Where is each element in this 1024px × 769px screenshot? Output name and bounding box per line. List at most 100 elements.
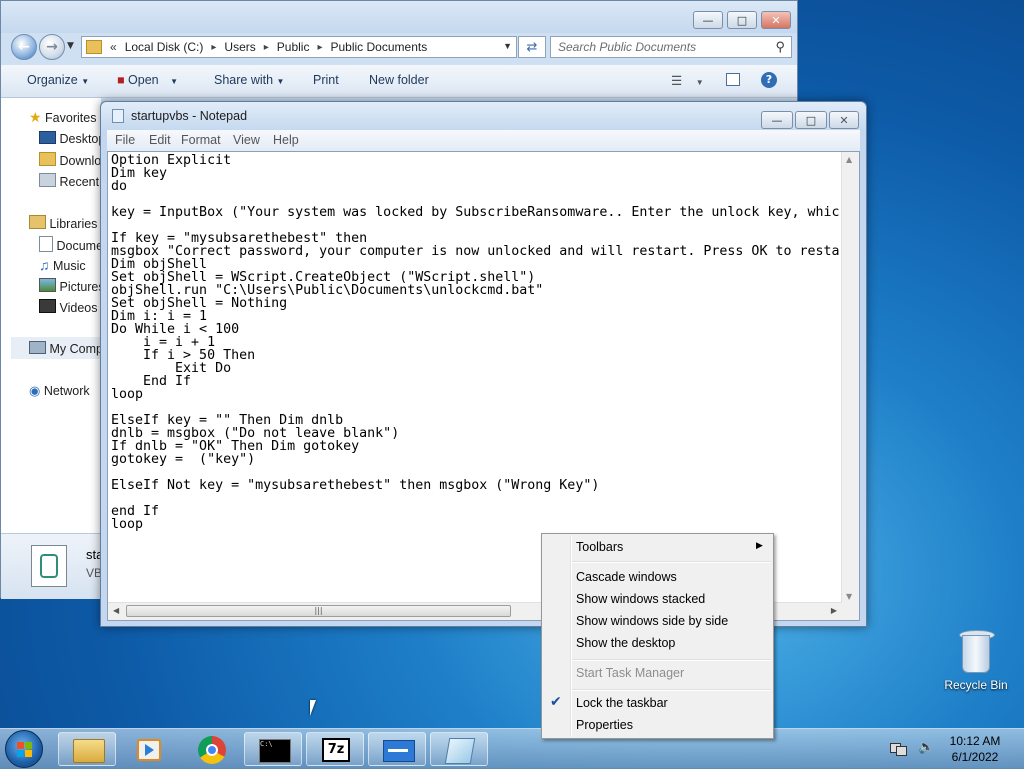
- menu-item-cascade[interactable]: Cascade windows: [576, 570, 677, 584]
- nav-documents[interactable]: Docume: [39, 236, 103, 253]
- menu-separator: [572, 689, 771, 691]
- share-with-button[interactable]: Share with ▼: [214, 73, 284, 87]
- menu-file[interactable]: File: [115, 133, 135, 147]
- nav-music-label: Music: [52, 259, 86, 273]
- open-label: Open: [128, 73, 159, 87]
- nav-favorites-label: Favorites: [45, 111, 97, 125]
- start-button[interactable]: [5, 730, 43, 768]
- notepad-title: startupvbs - Notepad: [131, 109, 248, 123]
- help-icon[interactable]: ?: [761, 72, 777, 88]
- nav-network[interactable]: ◉ Network: [29, 383, 90, 399]
- menu-separator: [572, 561, 771, 563]
- taskbar-clock[interactable]: 10:12 AM 6/1/2022: [940, 733, 1010, 765]
- share-with-label: Share with: [214, 73, 274, 87]
- taskbar-7zip[interactable]: 7z: [306, 732, 364, 766]
- nav-network-label: Network: [43, 384, 90, 398]
- scroll-up-icon[interactable]: ▲: [846, 155, 852, 164]
- scroll-left-icon[interactable]: ◀: [113, 606, 119, 615]
- menu-item-toolbars[interactable]: Toolbars: [576, 540, 623, 554]
- breadcrumb-users[interactable]: Users: [224, 40, 255, 54]
- taskbar-cmd[interactable]: C:\: [244, 732, 302, 766]
- menu-format[interactable]: Format: [181, 133, 221, 147]
- search-icon[interactable]: ⚲: [775, 39, 785, 55]
- explorer-maximize-button[interactable]: □: [727, 11, 757, 29]
- breadcrumb-separator-icon: ▸: [263, 41, 269, 53]
- nav-pictures[interactable]: Pictures: [39, 278, 105, 294]
- notepad-minimize-button[interactable]: —: [761, 111, 793, 129]
- chrome-icon: [198, 736, 226, 764]
- nav-computer[interactable]: My Comp: [29, 341, 103, 356]
- nav-documents-label: Docume: [56, 239, 104, 253]
- media-player-icon: [137, 739, 161, 761]
- nav-music[interactable]: ♫ Music: [39, 257, 86, 273]
- scroll-right-icon[interactable]: ▶: [831, 606, 837, 615]
- volume-icon[interactable]: 🔈: [918, 740, 934, 755]
- vertical-scrollbar[interactable]: ▲ ▼: [841, 152, 859, 604]
- nav-downloads-label: Downlo: [59, 154, 102, 168]
- search-box[interactable]: Search Public Documents ⚲: [550, 36, 792, 58]
- network-icon: ◉: [29, 383, 41, 398]
- explorer-close-button[interactable]: ✕: [761, 11, 791, 29]
- cmd-icon-label: C:\: [260, 740, 273, 748]
- taskbar-window-app[interactable]: [368, 732, 426, 766]
- menu-item-stacked[interactable]: Show windows stacked: [576, 592, 705, 606]
- notepad-content[interactable]: Option Explicit Dim key do key = InputBo…: [111, 154, 840, 531]
- taskbar-chrome[interactable]: [182, 732, 240, 766]
- open-button[interactable]: ■ Open ▼: [117, 73, 178, 87]
- nav-downloads[interactable]: Downlo: [39, 152, 101, 168]
- taskbar-context-menu: Toolbars ▶ Cascade windows Show windows …: [541, 533, 774, 739]
- menu-view[interactable]: View: [233, 133, 260, 147]
- network-tray-icon[interactable]: [890, 741, 907, 756]
- notepad-maximize-button[interactable]: □: [795, 111, 827, 129]
- scroll-corner: [842, 603, 859, 620]
- clock-time: 10:12 AM: [949, 734, 1001, 748]
- recent-pages-dropdown[interactable]: ▼: [67, 41, 74, 51]
- nav-desktop[interactable]: Desktop: [39, 131, 105, 146]
- nav-pictures-label: Pictures: [59, 280, 105, 294]
- nav-favorites[interactable]: ★ Favorites: [29, 109, 96, 126]
- print-button[interactable]: Print: [313, 73, 339, 87]
- organize-button[interactable]: Organize ▼: [27, 73, 89, 87]
- taskbar-explorer[interactable]: [58, 732, 116, 766]
- menu-help[interactable]: Help: [273, 133, 299, 147]
- new-folder-button[interactable]: New folder: [369, 73, 429, 87]
- breadcrumb-public[interactable]: Public: [277, 40, 310, 54]
- nav-libraries[interactable]: Libraries: [29, 215, 97, 231]
- nav-videos[interactable]: Videos: [39, 299, 97, 315]
- explorer-titlebar[interactable]: [1, 1, 797, 33]
- back-button[interactable]: ←: [11, 34, 37, 60]
- scroll-down-icon[interactable]: ▼: [846, 592, 852, 601]
- breadcrumb-local-disk[interactable]: Local Disk (C:): [125, 40, 204, 54]
- menu-item-properties[interactable]: Properties: [576, 718, 633, 732]
- explorer-icon: [73, 739, 105, 763]
- taskbar-media-player[interactable]: [120, 732, 178, 766]
- notepad-app-icon: [112, 109, 124, 123]
- recycle-bin[interactable]: Recycle Bin: [940, 630, 1012, 692]
- search-placeholder: Search Public Documents: [558, 40, 697, 54]
- notepad-icon: [444, 738, 476, 764]
- view-options-icon[interactable]: ☰ ▼: [671, 73, 704, 88]
- videos-icon: [39, 299, 56, 313]
- taskbar[interactable]: C:\ 7z 🔈: [0, 728, 1024, 769]
- explorer-minimize-button[interactable]: —: [693, 11, 723, 29]
- pictures-icon: [39, 278, 56, 292]
- nav-videos-label: Videos: [59, 301, 98, 315]
- menu-item-side-by-side[interactable]: Show windows side by side: [576, 614, 728, 628]
- address-bar[interactable]: « Local Disk (C:) ▸ Users ▸ Public ▸ Pub…: [81, 36, 517, 58]
- horizontal-scroll-thumb[interactable]: |||: [126, 605, 511, 617]
- taskbar-notepad[interactable]: [430, 732, 488, 766]
- breadcrumb-public-documents[interactable]: Public Documents: [331, 40, 428, 54]
- folder-icon: [86, 40, 102, 54]
- menu-item-lock-taskbar[interactable]: Lock the taskbar: [576, 696, 668, 710]
- recycle-bin-icon: [959, 630, 995, 674]
- address-dropdown-icon[interactable]: ▼: [503, 41, 512, 51]
- preview-pane-icon[interactable]: [726, 73, 740, 86]
- notepad-titlebar[interactable]: startupvbs - Notepad: [101, 102, 866, 130]
- music-icon: ♫: [39, 257, 50, 273]
- notepad-close-button[interactable]: ✕: [829, 111, 859, 129]
- menu-item-show-desktop[interactable]: Show the desktop: [576, 636, 675, 650]
- breadcrumb-prefix[interactable]: «: [110, 40, 117, 54]
- menu-edit[interactable]: Edit: [149, 133, 171, 147]
- refresh-button[interactable]: ⇄: [518, 36, 546, 58]
- forward-button[interactable]: →: [39, 34, 65, 60]
